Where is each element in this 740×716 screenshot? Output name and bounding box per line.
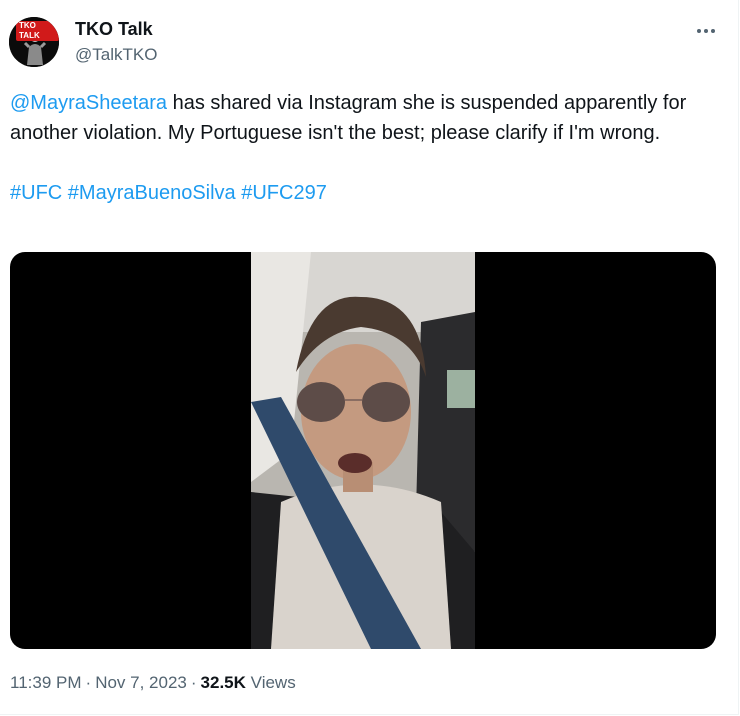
tweet-date[interactable]: Nov 7, 2023 bbox=[95, 673, 187, 692]
author-handle[interactable]: @TalkTKO bbox=[75, 45, 157, 65]
hashtag-list: #UFC #MayraBuenoSilva #UFC297 bbox=[10, 178, 725, 208]
author-display-name[interactable]: TKO Talk bbox=[75, 19, 153, 40]
tweet-body: @MayraSheetara has shared via Instagram … bbox=[10, 88, 725, 148]
author-avatar[interactable]: TKO TALK bbox=[9, 17, 59, 67]
meta-separator: · bbox=[190, 673, 197, 692]
tweet-time[interactable]: 11:39 PM bbox=[10, 673, 82, 692]
hashtag-link[interactable]: #UFC297 bbox=[241, 182, 327, 204]
hashtag-link[interactable]: #MayraBuenoSilva bbox=[68, 182, 236, 204]
tweet-text: @MayraSheetara has shared via Instagram … bbox=[10, 88, 725, 208]
tweet-meta: 11:39 PM · Nov 7, 2023 · 32.5K Views bbox=[10, 673, 296, 693]
hashtag-link[interactable]: #UFC bbox=[10, 182, 62, 204]
views-count: 32.5K bbox=[200, 673, 246, 692]
mention-link[interactable]: @MayraSheetara bbox=[10, 92, 167, 114]
views-label: Views bbox=[250, 673, 296, 692]
video-frame bbox=[251, 252, 475, 649]
avatar-badge: TKO TALK bbox=[16, 21, 59, 41]
tweet-card: TKO TALK TKO Talk @TalkTKO @MayraSheetar… bbox=[0, 0, 739, 715]
video-thumbnail bbox=[251, 252, 475, 649]
more-options-button[interactable] bbox=[689, 18, 723, 44]
more-horizontal-icon bbox=[697, 29, 715, 33]
video-media[interactable] bbox=[10, 252, 716, 649]
meta-separator: · bbox=[85, 673, 92, 692]
